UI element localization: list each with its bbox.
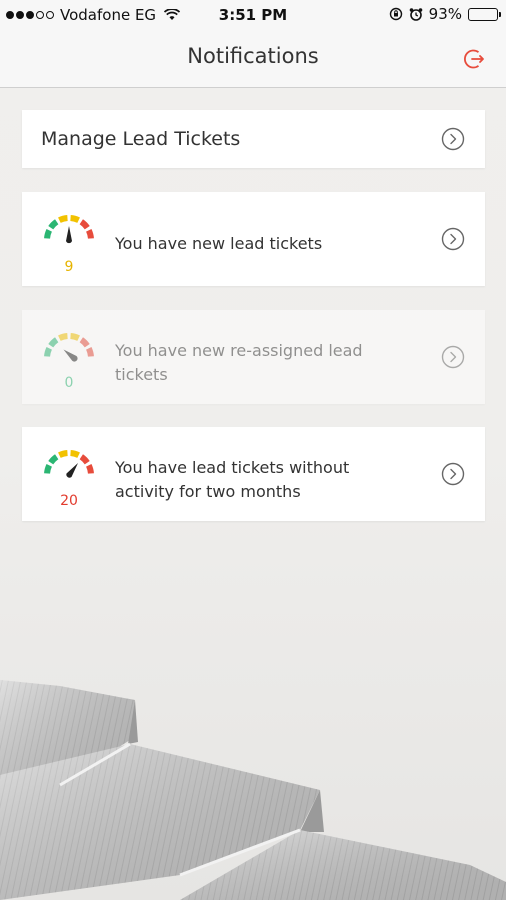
gauge-segment	[79, 219, 90, 230]
battery-percent: 93%	[428, 5, 462, 23]
gauge-segment	[70, 450, 80, 458]
notification-reassigned-lead-tickets[interactable]: 0 You have new re-assigned lead tickets	[22, 310, 485, 404]
gauge-segment	[86, 229, 94, 239]
notification-message: You have new re-assigned lead tickets	[115, 341, 363, 384]
notification-count: 0	[64, 375, 74, 391]
manage-lead-tickets-button[interactable]: Manage Lead Tickets	[22, 110, 485, 168]
navigation-bar: Notifications	[0, 30, 506, 88]
gauge-segment	[48, 337, 59, 348]
gauge-segment	[48, 454, 59, 465]
notification-inactive-lead-tickets[interactable]: 20 You have lead tickets without activit…	[22, 427, 485, 521]
alarm-icon	[409, 8, 422, 21]
logout-icon[interactable]	[462, 47, 486, 71]
gauge-segment	[44, 464, 52, 474]
notification-message: You have lead tickets without activity f…	[115, 458, 350, 501]
gauge-segment	[44, 347, 52, 357]
gauge-segment	[70, 215, 80, 223]
gauge-segment	[70, 333, 80, 341]
gauge-segment	[79, 337, 90, 348]
chevron-right-icon	[441, 345, 465, 369]
battery-icon	[468, 7, 501, 21]
gauge-segment	[58, 215, 68, 223]
chevron-right-icon	[441, 227, 465, 251]
speedometer-icon	[44, 333, 94, 362]
gauge-segment	[86, 347, 94, 357]
gauge-segment	[48, 219, 59, 230]
manage-lead-tickets-label: Manage Lead Tickets	[41, 128, 241, 150]
notification-message: You have new lead tickets	[115, 234, 323, 253]
rotation-lock-icon	[389, 7, 402, 21]
notification-new-lead-tickets[interactable]: 9 You have new lead tickets	[22, 192, 485, 286]
speedometer-icon	[44, 450, 94, 478]
gauge-segment	[86, 464, 94, 474]
gauge-segment	[58, 450, 68, 458]
chevron-right-icon	[441, 462, 465, 486]
building-roof-illustration	[0, 680, 506, 900]
gauge-segment	[58, 333, 68, 341]
notification-count: 9	[64, 259, 74, 275]
chevron-right-icon	[441, 127, 465, 151]
gauge-segment	[79, 454, 90, 465]
notification-count: 20	[60, 493, 78, 509]
speedometer-icon	[44, 215, 94, 244]
gauge-segment	[44, 229, 52, 239]
status-bar: Vodafone EG 3:51 PM 93%	[0, 0, 506, 30]
page-title: Notifications	[187, 44, 319, 68]
